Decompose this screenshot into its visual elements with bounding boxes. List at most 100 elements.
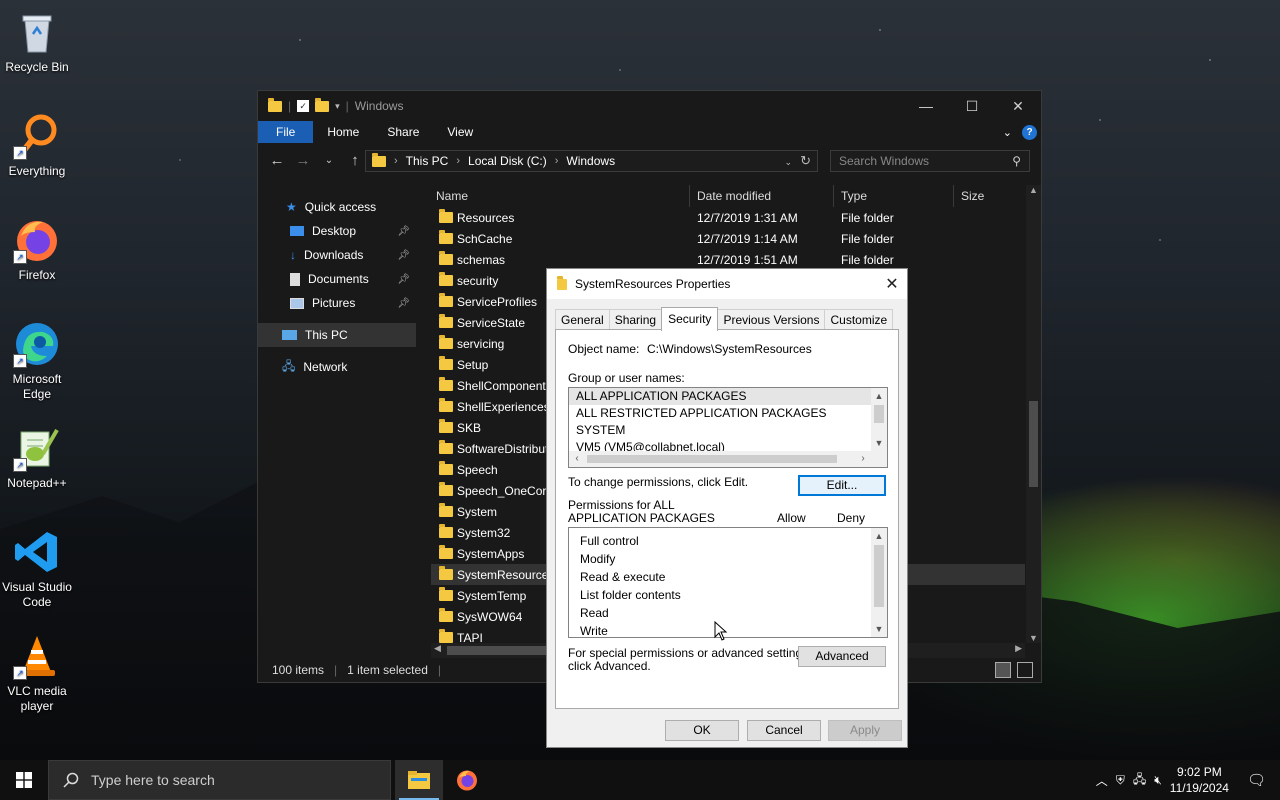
forward-arrow-icon[interactable]: → [292, 152, 314, 169]
ribbon-tab-file[interactable]: File [258, 121, 314, 143]
ribbon-tab-view[interactable]: View [433, 121, 487, 143]
table-row[interactable]: schemas 12/7/2019 1:51 AM File folder [431, 249, 1025, 270]
pin-icon[interactable]: 📌︎ [397, 250, 410, 261]
file-date: 12/7/2019 1:51 AM [697, 252, 798, 267]
recent-locations-chevron-icon[interactable]: ⌄ [318, 155, 340, 166]
advanced-button[interactable]: Advanced [798, 646, 886, 667]
file-name: ServiceProfiles [457, 294, 538, 309]
taskbar-firefox[interactable] [443, 760, 491, 800]
scrollbar-thumb[interactable] [874, 545, 884, 607]
nav-item-documents[interactable]: Documents 📌︎ [258, 267, 416, 291]
pin-icon[interactable]: 📌︎ [397, 274, 410, 285]
scrollbar-thumb[interactable] [587, 455, 837, 463]
scrollbar-thumb[interactable] [1029, 401, 1038, 487]
nav-item-pictures[interactable]: Pictures 📌︎ [258, 291, 416, 315]
nav-item-quick-access[interactable]: ★ Quick access [258, 195, 416, 219]
maximize-button[interactable]: ☐ [949, 91, 995, 121]
start-button[interactable] [0, 760, 48, 800]
apply-button[interactable]: Apply [828, 720, 902, 741]
scroll-down-icon[interactable]: ▼ [871, 435, 887, 451]
cancel-button[interactable]: Cancel [747, 720, 821, 741]
refresh-icon[interactable]: ⌄ ↻ [785, 153, 817, 169]
group-user-list[interactable]: ALL APPLICATION PACKAGES ALL RESTRICTED … [568, 387, 888, 468]
scroll-left-icon[interactable]: ‹ [569, 451, 585, 467]
scroll-up-icon[interactable]: ▲ [1029, 185, 1038, 195]
desktop-icon-notepadpp[interactable]: ↗ Notepad++ [0, 424, 74, 491]
column-header-size[interactable]: Size [961, 189, 984, 203]
nav-label: Desktop [312, 224, 357, 238]
breadcrumb-this-pc[interactable]: This PC [406, 154, 449, 168]
show-hidden-icons-chevron-icon[interactable]: ︿ [1096, 772, 1108, 789]
column-header-date[interactable]: Date modified [697, 189, 771, 203]
ok-button[interactable]: OK [665, 720, 739, 741]
list-item[interactable]: ALL APPLICATION PACKAGES [569, 388, 887, 405]
nav-item-downloads[interactable]: ↓ Downloads 📌︎ [258, 243, 416, 267]
scroll-down-icon[interactable]: ▼ [1029, 633, 1038, 643]
explorer-title-bar[interactable]: | ✓ ▾ | Windows — ☐ ✕ [258, 91, 1041, 121]
desktop-icon-label: Recycle Bin [5, 60, 69, 74]
help-icon[interactable]: ? [1022, 124, 1037, 140]
desktop-icon-everything[interactable]: ↗ Everything [0, 112, 74, 179]
properties-quick-icon[interactable]: ✓ [297, 100, 310, 112]
scrollbar-thumb[interactable] [874, 405, 884, 423]
up-arrow-icon[interactable]: ↑ [344, 152, 366, 169]
tab-security[interactable]: Security [661, 307, 719, 331]
minimize-button[interactable]: — [903, 91, 949, 121]
scroll-up-icon[interactable]: ▲ [871, 528, 887, 544]
list-item[interactable]: ALL RESTRICTED APPLICATION PACKAGES [569, 405, 887, 422]
ribbon-tab-home[interactable]: Home [313, 121, 373, 143]
column-headers: Name ⌃ Date modified Type Size [431, 185, 1025, 207]
file-list-vertical-scrollbar[interactable]: ▲ ▼ [1026, 185, 1041, 643]
breadcrumb-local-disk[interactable]: Local Disk (C:) [468, 154, 547, 168]
scroll-left-icon[interactable]: ◀ [434, 643, 441, 654]
permissions-list-scrollbar[interactable]: ▲ ▼ [871, 528, 887, 637]
nav-item-this-pc[interactable]: This PC [258, 323, 416, 347]
taskbar-search-box[interactable]: Type here to search [48, 760, 391, 800]
dialog-title-bar[interactable]: SystemResources Properties ✕ [547, 269, 907, 299]
back-arrow-icon[interactable]: ← [266, 152, 288, 169]
list-item[interactable]: SYSTEM [569, 422, 887, 439]
table-row[interactable]: SchCache 12/7/2019 1:14 AM File folder [431, 228, 1025, 249]
special-permissions-text-line2: click Advanced. [568, 659, 651, 673]
new-folder-quick-icon[interactable] [315, 97, 330, 112]
close-button[interactable]: ✕ [995, 91, 1041, 121]
expand-ribbon-chevron-icon[interactable]: ⌄ [1003, 126, 1012, 139]
scroll-right-icon[interactable]: ▶ [1015, 643, 1022, 654]
scroll-down-icon[interactable]: ▼ [871, 621, 887, 637]
customize-quick-access-icon[interactable]: ▾ [335, 101, 340, 112]
volume-muted-icon[interactable]: 🔇︎ [1154, 773, 1162, 788]
pin-icon[interactable]: 📌︎ [397, 226, 410, 237]
taskbar-file-explorer[interactable] [395, 760, 443, 800]
desktop-icon-recycle-bin[interactable]: Recycle Bin [0, 8, 74, 75]
nav-item-desktop[interactable]: Desktop 📌︎ [258, 219, 416, 243]
table-row[interactable]: Resources 12/7/2019 1:31 AM File folder [431, 207, 1025, 228]
group-list-horizontal-scrollbar[interactable]: ‹ › [569, 451, 887, 467]
dialog-close-icon[interactable]: ✕ [877, 274, 907, 294]
change-permissions-text: To change permissions, click Edit. [568, 475, 749, 489]
permissions-list[interactable]: Full control Modify Read & execute List … [568, 527, 888, 638]
nav-item-network[interactable]: 🖧︎ Network [258, 355, 416, 379]
large-icons-view-icon[interactable] [1017, 662, 1033, 678]
clock[interactable]: 9:02 PM 11/19/2024 [1170, 764, 1229, 796]
group-list-vertical-scrollbar[interactable]: ▲ ▼ [871, 388, 887, 451]
column-header-name[interactable]: Name [436, 189, 468, 203]
file-name: schemas [457, 252, 506, 267]
desktop-icon-vscode[interactable]: Visual Studio Code [0, 528, 74, 610]
scroll-up-icon[interactable]: ▲ [871, 388, 887, 404]
edit-button[interactable]: Edit... [798, 475, 886, 496]
search-input[interactable]: Search Windows ⚲ [830, 150, 1030, 172]
breadcrumb-windows[interactable]: Windows [566, 154, 615, 168]
address-bar[interactable]: › This PC › Local Disk (C:) › Windows ⌄ ↻ [365, 150, 818, 172]
network-status-icon[interactable]: 🖧︎ [1133, 770, 1146, 791]
properties-dialog[interactable]: SystemResources Properties ✕ General Sha… [546, 268, 908, 748]
scroll-right-icon[interactable]: › [855, 451, 871, 467]
desktop-icon-vlc[interactable]: ↗ VLC media player [0, 632, 74, 714]
pin-icon[interactable]: 📌︎ [397, 298, 410, 309]
security-shield-icon[interactable]: ⛨ [1116, 773, 1125, 788]
ribbon-tab-share[interactable]: Share [373, 121, 433, 143]
notifications-icon[interactable]: 🗨︎ [1247, 771, 1266, 789]
desktop-icon-firefox[interactable]: ↗ Firefox [0, 216, 74, 283]
column-header-type[interactable]: Type [841, 189, 867, 203]
desktop-icon-edge[interactable]: ↗ Microsoft Edge [0, 320, 74, 402]
details-view-icon[interactable] [995, 662, 1011, 678]
